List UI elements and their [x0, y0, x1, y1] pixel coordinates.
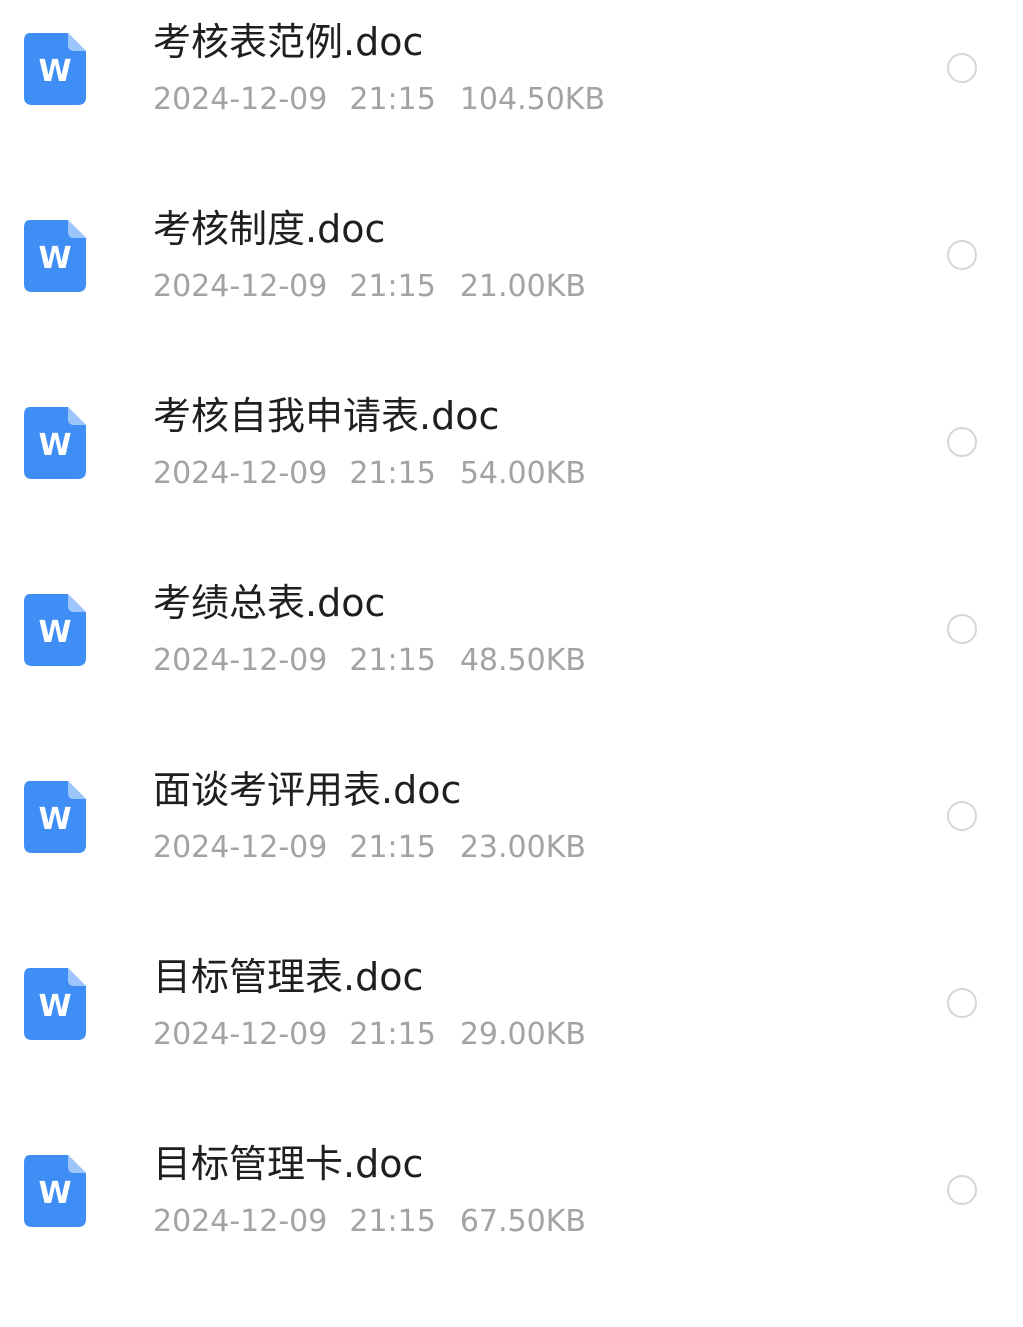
file-name: 考核表范例.doc	[153, 20, 424, 64]
select-radio[interactable]	[947, 988, 977, 1018]
file-list: W 考核表范例.doc 2024-12-09 21:15 104.50KB W 考核…	[0, 0, 1023, 1327]
file-row[interactable]: W 目标管理表.doc 2024-12-09 21:15 29.00KB	[0, 935, 1023, 1122]
file-date: 2024-12-09	[153, 830, 328, 865]
file-meta: 2024-12-09 21:15 104.50KB	[153, 80, 605, 120]
file-time: 21:15	[349, 269, 436, 304]
svg-text:W: W	[38, 241, 71, 276]
file-name: 目标管理表.doc	[153, 955, 424, 999]
file-meta: 2024-12-09 21:15 67.50KB	[153, 1202, 586, 1242]
file-meta: 2024-12-09 21:15 48.50KB	[153, 641, 586, 681]
file-size: 21.00KB	[459, 269, 586, 304]
file-date: 2024-12-09	[153, 1204, 328, 1239]
file-time: 21:15	[349, 643, 436, 678]
file-row[interactable]: W 考核自我申请表.doc 2024-12-09 21:15 54.00KB	[0, 374, 1023, 561]
file-time: 21:15	[349, 830, 436, 865]
svg-text:W: W	[38, 989, 71, 1024]
file-meta: 2024-12-09 21:15 23.00KB	[153, 828, 586, 868]
select-radio[interactable]	[947, 801, 977, 831]
file-name: 考绩总表.doc	[153, 581, 386, 625]
file-row[interactable]: W 面谈考评用表.doc 2024-12-09 21:15 23.00KB	[0, 748, 1023, 935]
select-radio[interactable]	[947, 1175, 977, 1205]
word-document-icon: W	[24, 33, 86, 105]
file-date: 2024-12-09	[153, 82, 328, 117]
svg-text:W: W	[38, 1176, 71, 1211]
file-time: 21:15	[349, 1204, 436, 1239]
file-meta: 2024-12-09 21:15 29.00KB	[153, 1015, 586, 1055]
file-date: 2024-12-09	[153, 1017, 328, 1052]
select-radio[interactable]	[947, 427, 977, 457]
word-document-icon: W	[24, 220, 86, 292]
svg-text:W: W	[38, 802, 71, 837]
file-size: 104.50KB	[459, 82, 606, 117]
file-time: 21:15	[349, 456, 436, 491]
file-size: 48.50KB	[459, 643, 586, 678]
file-size: 29.00KB	[459, 1017, 586, 1052]
file-time: 21:15	[349, 1017, 436, 1052]
file-row[interactable]: W 目标管理卡.doc 2024-12-09 21:15 67.50KB	[0, 1122, 1023, 1309]
svg-text:W: W	[38, 615, 71, 650]
word-document-icon: W	[24, 594, 86, 666]
file-name: 考核自我申请表.doc	[153, 394, 500, 438]
file-row[interactable]: W 考核制度.doc 2024-12-09 21:15 21.00KB	[0, 187, 1023, 374]
svg-text:W: W	[38, 428, 71, 463]
word-document-icon: W	[24, 1155, 86, 1227]
file-meta: 2024-12-09 21:15 54.00KB	[153, 454, 586, 494]
file-date: 2024-12-09	[153, 269, 328, 304]
word-document-icon: W	[24, 968, 86, 1040]
word-document-icon: W	[24, 407, 86, 479]
file-name: 目标管理卡.doc	[153, 1142, 424, 1186]
file-size: 67.50KB	[459, 1204, 586, 1239]
file-date: 2024-12-09	[153, 456, 328, 491]
file-name: 考核制度.doc	[153, 207, 386, 251]
file-row[interactable]: W 考核表范例.doc 2024-12-09 21:15 104.50KB	[0, 0, 1023, 187]
word-document-icon: W	[24, 781, 86, 853]
select-radio[interactable]	[947, 53, 977, 83]
svg-text:W: W	[38, 54, 71, 89]
file-meta: 2024-12-09 21:15 21.00KB	[153, 267, 586, 307]
file-size: 54.00KB	[459, 456, 586, 491]
file-size: 23.00KB	[459, 830, 586, 865]
file-date: 2024-12-09	[153, 643, 328, 678]
select-radio[interactable]	[947, 614, 977, 644]
file-name: 面谈考评用表.doc	[153, 768, 462, 812]
file-time: 21:15	[349, 82, 436, 117]
file-row[interactable]: W 考绩总表.doc 2024-12-09 21:15 48.50KB	[0, 561, 1023, 748]
select-radio[interactable]	[947, 240, 977, 270]
